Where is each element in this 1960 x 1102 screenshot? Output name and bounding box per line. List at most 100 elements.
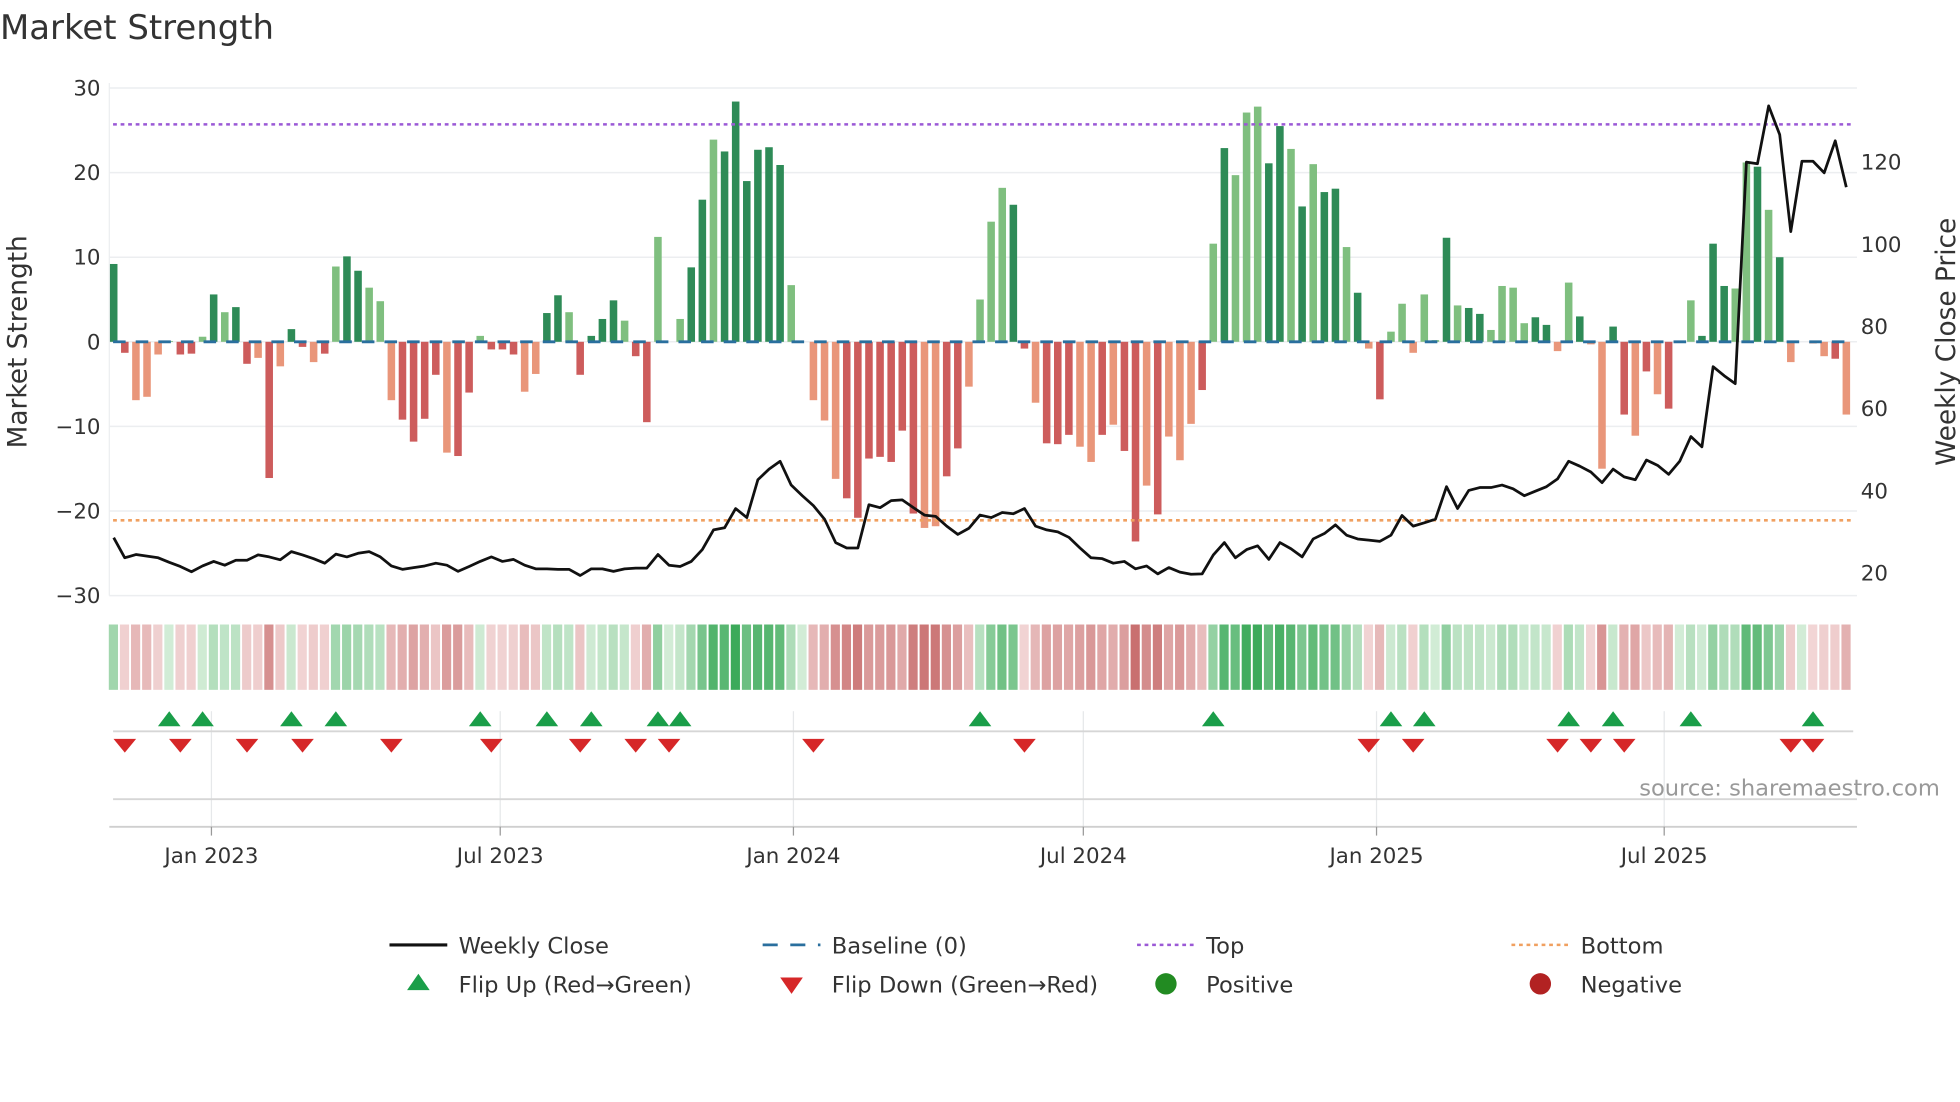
negative-bar [631,341,640,357]
heat-cell [408,624,418,690]
heat-cell [275,624,285,690]
negative-bar [454,341,462,457]
heat-cell [364,624,374,690]
heat-cell [1652,624,1662,690]
strength-heat-strip [108,624,1851,690]
heat-cell [852,624,863,690]
positive-bar [1387,331,1395,342]
heat-cell [641,624,652,690]
heat-cell [242,624,252,690]
positive-bar [987,221,995,342]
positive-bar [1276,126,1284,342]
positive-bar [1476,313,1484,342]
negative-bar [409,341,418,442]
heat-cell [1363,624,1374,690]
heat-cell [564,624,574,690]
positive-bar [221,312,229,342]
negative-bar [1042,341,1051,444]
negative-bar [1176,341,1184,461]
positive-bar [1242,112,1251,342]
flip-up-marker [157,711,181,727]
negative-bar [531,341,540,374]
positive-bar [109,263,118,342]
legend-label: Positive [1206,973,1293,999]
negative-bar [132,341,140,401]
heat-cell [786,624,796,690]
positive-bar [1687,300,1695,342]
heat-cell [186,624,196,690]
flip-up-marker [1201,711,1225,727]
heat-cell [1252,624,1262,690]
heat-cell [497,624,507,690]
positive-bar [1576,316,1584,342]
heat-cell [930,624,940,690]
positive-bar [1498,285,1506,342]
heat-cell [764,624,774,690]
heat-cell [1241,624,1251,690]
positive-bar [1320,192,1329,342]
heat-cell [1286,624,1296,690]
negative-bar [1664,341,1673,409]
positive-bar [332,266,340,342]
gridlines [108,82,1857,828]
positive-bar [354,270,362,342]
heat-cell [1341,624,1351,690]
heat-cell [1508,624,1518,690]
heat-cell [1697,624,1707,690]
heat-cell [752,624,763,690]
negative-bar [520,341,529,392]
heat-cell [1374,624,1385,690]
y-tick-label: 30 [73,77,100,102]
negative-bar [865,341,873,459]
heat-cell [253,624,263,690]
heat-cell [1474,624,1485,690]
positive-bar [754,149,762,342]
x-tick-label: Jan 2023 [162,844,258,869]
positive-bar [609,300,618,342]
heat-cell [375,624,385,690]
heat-cell [964,624,974,690]
flip-down-marker [624,738,648,753]
heat-cell [1641,624,1651,690]
positive-bar [287,329,296,342]
positive-bar [1420,294,1429,342]
heat-cell [1308,624,1318,690]
y2-tick-label: 60 [1861,397,1888,422]
heat-cell [1397,624,1407,690]
heat-cell [1075,624,1085,690]
y2-tick-label: 100 [1861,233,1902,258]
negative-bar [809,341,818,401]
heat-cell [897,624,907,690]
triangle-up-icon [407,973,430,991]
flip-down-marker [480,738,503,753]
negative-bar [420,341,429,419]
heat-cell [1819,624,1829,690]
negative-bar [309,341,318,363]
heat-cell [886,624,896,690]
positive-bar [1209,243,1218,342]
positive-bar [543,313,551,342]
heat-cell [1275,624,1285,690]
x-tick-label: Jan 2025 [1328,844,1424,869]
heat-cell [808,624,818,690]
positive-bar [676,318,684,342]
flip-up-marker [1379,711,1403,727]
heat-cell [1030,624,1040,690]
positive-bar [376,301,385,342]
legend-label: Flip Down (Green→Red) [832,973,1098,999]
negative-bar [1153,341,1162,515]
heat-cell [1119,624,1129,690]
negative-bar [243,341,251,364]
negative-bar [1376,341,1384,400]
negative-bar [576,341,584,375]
negative-bar [1120,341,1129,451]
heat-cell [586,624,596,690]
heat-cell [419,624,429,690]
flip-up-marker [1801,711,1825,727]
negative-bar [121,341,129,353]
flip-down-marker [380,738,403,753]
heat-cell [131,624,141,690]
heat-cell [1497,624,1507,690]
heat-cell [1175,624,1185,690]
flip-down-marker [1546,738,1569,753]
